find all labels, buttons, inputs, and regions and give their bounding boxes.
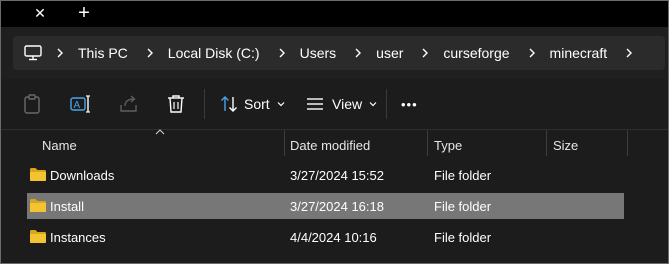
file-type: File folder [434,167,492,183]
delete-button[interactable] [167,90,185,118]
column-date-modified[interactable]: Date modified [290,130,370,160]
command-bar: A Sort View ••• [1,79,668,129]
breadcrumb-item[interactable]: Users [294,45,343,61]
breadcrumb-chevron-icon[interactable] [617,47,641,59]
breadcrumb-item[interactable]: Local Disk (C:) [162,45,266,61]
table-row[interactable]: Instances 4/4/2024 10:16 File folder [27,224,624,250]
column-divider[interactable] [284,130,285,156]
breadcrumb-chevron-icon[interactable] [346,47,370,59]
breadcrumb-chevron-icon[interactable] [138,47,162,59]
more-options-button[interactable]: ••• [401,90,418,118]
file-explorer-window: ✕ + This PC Local Disk (C:) Users user curse… [0,0,669,264]
date-modified: 4/4/2024 10:16 [290,229,377,245]
breadcrumb-chevron-icon[interactable] [270,47,294,59]
breadcrumb-item[interactable]: This PC [72,45,134,61]
clipboard-icon [24,94,40,114]
view-button[interactable]: View [306,90,378,118]
file-name: Install [50,198,84,214]
table-row[interactable]: Install 3/27/2024 16:18 File folder [27,193,624,219]
date-modified: 3/27/2024 16:18 [290,198,384,214]
paste-button[interactable] [23,90,41,118]
svg-text:A: A [74,100,81,111]
trash-icon [168,95,184,113]
plus-icon: + [78,2,90,24]
share-button[interactable] [119,90,139,118]
address-bar-region: This PC Local Disk (C:) Users user curseforg… [1,27,668,79]
chevron-down-icon [277,102,285,107]
table-row[interactable]: Downloads 3/27/2024 15:52 File folder [27,162,624,188]
folder-icon [30,230,46,243]
view-lines-icon [307,98,323,110]
date-modified: 3/27/2024 15:52 [290,167,384,183]
toolbar-divider [204,89,205,119]
tab-strip: ✕ + [1,1,668,27]
more-icon: ••• [401,96,418,112]
share-icon [120,95,137,112]
close-tab-button[interactable]: ✕ [23,1,57,25]
breadcrumb-chevron-icon[interactable] [413,47,437,59]
column-divider[interactable] [427,130,428,156]
file-name: Instances [50,229,106,245]
view-label: View [332,96,363,112]
sort-caret-icon [155,129,165,135]
rename-icon: A [70,95,90,113]
sort-arrows-icon [221,96,237,112]
column-header: Name Date modified Type Size [1,129,668,160]
file-type: File folder [434,198,492,214]
toolbar-divider [386,89,387,119]
close-icon: ✕ [34,4,46,21]
column-divider[interactable] [627,130,628,156]
computer-icon[interactable] [24,43,44,63]
breadcrumb-chevron-icon[interactable] [48,47,72,59]
chevron-down-icon [369,102,377,107]
sort-button[interactable]: Sort [220,90,286,118]
folder-icon [30,168,46,181]
file-name: Downloads [50,167,115,183]
address-bar[interactable]: This PC Local Disk (C:) Users user curseforg… [13,36,665,70]
column-divider[interactable] [546,130,547,156]
new-tab-button[interactable]: + [69,1,99,25]
rename-button[interactable]: A [70,90,92,118]
breadcrumb-item[interactable]: user [370,45,409,61]
folder-icon [30,199,46,212]
column-type[interactable]: Type [434,130,462,160]
breadcrumb-item[interactable]: curseforge [437,45,515,61]
breadcrumb-item[interactable]: minecraft [544,45,614,61]
file-type: File folder [434,229,492,245]
column-size[interactable]: Size [553,130,578,160]
sort-label: Sort [244,96,270,112]
breadcrumb-chevron-icon[interactable] [520,47,544,59]
column-name[interactable]: Name [42,130,77,160]
